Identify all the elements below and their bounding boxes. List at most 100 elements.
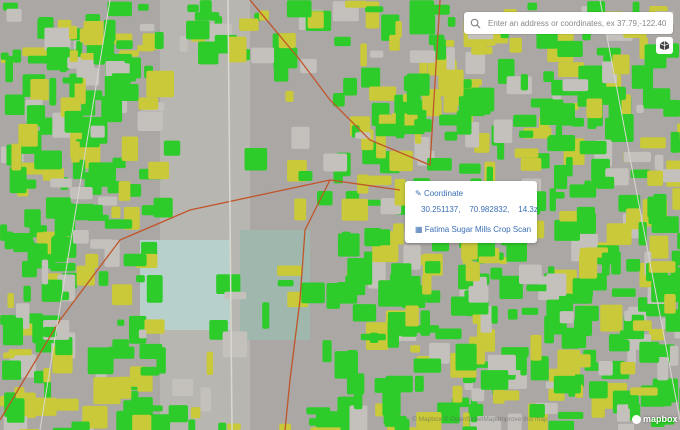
crop-patch <box>406 92 421 115</box>
crop-patch <box>519 130 534 138</box>
crop-patch <box>90 239 113 249</box>
crop-patch <box>139 23 155 32</box>
crop-patch <box>562 79 589 92</box>
map-popup: ✎ Coordinate 30.251137, 70.982832, 14.3z… <box>405 181 538 243</box>
crop-patch <box>346 373 365 395</box>
crop-patch <box>387 320 399 348</box>
crop-patch <box>468 286 489 303</box>
crop-patch <box>428 34 445 46</box>
crop-patch <box>491 305 498 324</box>
crop-patch <box>493 389 505 404</box>
crop-patch <box>85 253 99 269</box>
crop-patch <box>26 105 46 127</box>
crop-patch <box>206 351 214 376</box>
crop-patch <box>188 419 196 430</box>
crop-patch <box>360 43 367 67</box>
layer-icon: ▦ <box>415 225 423 234</box>
crop-patch <box>507 308 518 320</box>
crop-patch <box>557 40 583 58</box>
crop-patch <box>632 320 652 331</box>
coordinate-label: Coordinate <box>423 189 464 198</box>
crop-patch <box>443 96 458 113</box>
crop-patch <box>83 20 104 46</box>
crop-patch <box>112 284 133 306</box>
crop-patch <box>520 158 542 171</box>
crop-patch <box>410 345 421 353</box>
crop-patch <box>2 317 24 346</box>
crop-patch <box>365 1 380 29</box>
crop-patch <box>626 208 641 230</box>
crop-patch <box>378 280 404 307</box>
crop-patch <box>640 137 666 149</box>
crop-patch <box>553 375 581 394</box>
crop-patch <box>244 148 268 171</box>
pond-area <box>240 230 310 340</box>
crop-patch <box>4 94 25 115</box>
search-input[interactable] <box>486 17 670 29</box>
layer-name[interactable]: Fatima Sugar Mills Crop Scan <box>425 225 531 234</box>
crop-patch <box>391 112 418 126</box>
crop-patch <box>553 164 568 190</box>
crop-patch <box>262 302 270 329</box>
crop-patch <box>648 261 676 273</box>
crop-patch <box>5 55 14 83</box>
crop-patch <box>352 304 377 322</box>
crop-patch <box>364 227 382 247</box>
crop-patch <box>294 198 307 221</box>
crop-patch <box>298 170 313 182</box>
crop-patch <box>23 285 31 302</box>
crop-patch <box>69 50 78 63</box>
crop-patch <box>291 126 310 149</box>
bare-land-area <box>160 0 250 430</box>
attribution[interactable]: © Mapbox © OpenStreetMap Improve this ma… <box>412 416 548 423</box>
crop-patch <box>317 190 333 206</box>
crop-patch <box>88 162 116 187</box>
crop-patch <box>426 4 450 15</box>
compass-button[interactable] <box>656 37 673 54</box>
crop-patch <box>455 343 477 371</box>
crop-patch <box>6 8 22 22</box>
crop-patch <box>413 358 442 373</box>
crop-patch <box>584 180 592 190</box>
crop-patch <box>397 418 410 430</box>
crop-patch <box>653 193 667 220</box>
crop-patch <box>8 349 32 356</box>
crop-patch <box>565 156 573 177</box>
crop-patch <box>598 361 613 376</box>
crop-patch <box>140 366 160 376</box>
crop-patch <box>50 178 72 188</box>
crop-patch <box>146 275 163 303</box>
crop-patch <box>278 33 296 49</box>
crop-patch <box>630 387 658 396</box>
crop-patch <box>361 67 381 88</box>
crop-patch <box>227 423 241 430</box>
mapbox-logo[interactable]: mapbox <box>632 414 678 424</box>
crop-patch <box>569 184 597 198</box>
crop-patch <box>445 40 455 47</box>
geocoder-search[interactable] <box>464 12 673 34</box>
crop-patch <box>480 370 509 390</box>
crop-patch <box>369 86 397 101</box>
zoom-level: 14.3z <box>518 205 538 214</box>
crop-patch <box>616 404 630 422</box>
crop-patch <box>336 281 358 304</box>
crop-patch <box>555 125 563 148</box>
crop-patch <box>18 123 38 147</box>
crop-patch <box>509 37 522 53</box>
crop-patch <box>71 141 80 163</box>
crop-patch <box>322 340 332 363</box>
crop-patch <box>563 354 591 368</box>
crop-patch <box>62 77 83 84</box>
satellite-map[interactable] <box>0 0 680 430</box>
crop-patch <box>611 288 636 297</box>
crop-patch <box>620 362 636 375</box>
crop-patch <box>277 279 294 287</box>
longitude: 70.982832, <box>469 205 510 214</box>
crop-patch <box>506 76 532 95</box>
crop-patch <box>277 265 302 276</box>
crop-patch <box>674 331 680 339</box>
crop-patch <box>548 420 575 430</box>
crop-patch <box>179 36 188 52</box>
crop-patch <box>224 291 247 300</box>
crop-patch <box>576 206 596 222</box>
